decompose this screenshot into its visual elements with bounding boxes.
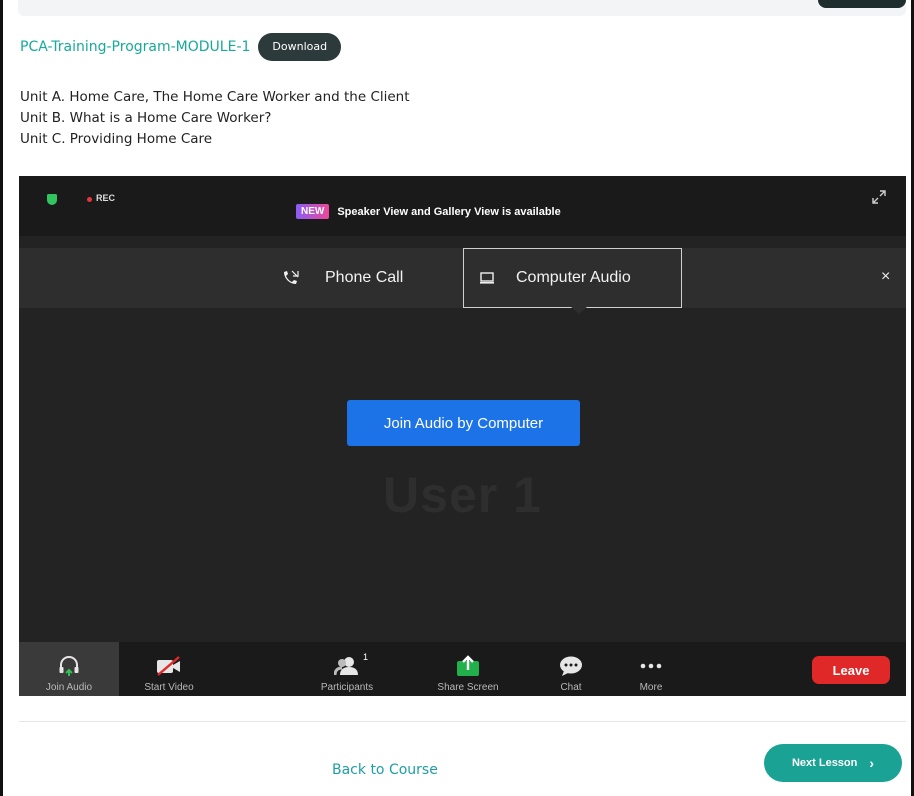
audio-options-bar: Phone Call Computer Audio	[19, 248, 906, 308]
feature-banner: NEW Speaker View and Gallery View is ava…	[296, 204, 561, 219]
footer-divider	[19, 721, 906, 722]
chat-button[interactable]: Chat	[543, 642, 599, 696]
headphones-icon	[58, 650, 80, 682]
shield-icon[interactable]	[47, 194, 57, 205]
more-icon	[640, 650, 662, 682]
meeting-toolbar: Join Audio Start Video 1 Participants Sh…	[19, 642, 906, 696]
video-off-icon	[155, 650, 183, 682]
join-audio-button[interactable]: Join Audio	[19, 642, 119, 696]
module-link[interactable]: PCA-Training-Program-MODULE-1	[20, 39, 250, 55]
previous-section-button[interactable]	[818, 0, 906, 8]
computer-audio-label: Computer Audio	[516, 269, 631, 286]
more-label: More	[639, 682, 663, 693]
meeting-top-bar: REC NEW Speaker View and Gallery View is…	[19, 176, 906, 236]
phone-call-label: Phone Call	[325, 269, 404, 286]
rec-dot-icon	[87, 197, 92, 202]
leave-button[interactable]: Leave	[812, 656, 890, 684]
join-audio-by-computer-button[interactable]: Join Audio by Computer	[347, 400, 580, 446]
chat-icon	[559, 650, 583, 682]
start-video-label: Start Video	[144, 682, 194, 693]
participants-icon: 1	[334, 650, 368, 682]
participant-name: User 1	[383, 467, 542, 523]
phone-icon	[284, 270, 299, 284]
next-lesson-label: Next Lesson	[791, 757, 858, 769]
participants-count: 1	[362, 652, 368, 662]
new-badge: NEW	[296, 204, 330, 219]
tab-computer-audio[interactable]: Computer Audio	[463, 248, 682, 308]
fullscreen-icon[interactable]	[872, 190, 886, 204]
zoom-meeting-embed: REC NEW Speaker View and Gallery View is…	[19, 176, 906, 696]
share-screen-button[interactable]: Share Screen	[423, 642, 513, 696]
unit-item: Unit C. Providing Home Care	[20, 131, 213, 147]
chat-label: Chat	[560, 682, 582, 693]
share-screen-icon	[456, 650, 480, 682]
participants-label: Participants	[320, 682, 374, 693]
unit-item: Unit B. What is a Home Care Worker?	[20, 110, 272, 126]
window-left-border	[0, 0, 3, 796]
unit-item: Unit A. Home Care, The Home Care Worker …	[20, 89, 410, 105]
download-button[interactable]: Download	[258, 33, 342, 61]
chevron-right-icon: ›	[869, 755, 875, 771]
tab-pointer	[570, 306, 588, 314]
more-button[interactable]: More	[623, 642, 679, 696]
share-screen-label: Share Screen	[437, 682, 499, 693]
join-audio-label: Join Audio	[45, 682, 93, 693]
next-lesson-button[interactable]: Next Lesson ›	[764, 744, 902, 782]
computer-icon	[480, 272, 494, 284]
units-list: Unit A. Home Care, The Home Care Worker …	[20, 87, 410, 150]
previous-section-strip	[18, 0, 906, 16]
close-icon[interactable]: ×	[881, 268, 890, 286]
banner-text: Speaker View and Gallery View is availab…	[337, 205, 561, 218]
start-video-button[interactable]: Start Video	[129, 642, 209, 696]
rec-label: REC	[96, 193, 116, 203]
back-to-course-link[interactable]: Back to Course	[332, 762, 438, 778]
participants-button[interactable]: 1 Participants	[307, 642, 387, 696]
tab-phone-call[interactable]: Phone Call	[281, 248, 403, 308]
module-row: PCA-Training-Program-MODULE-1 Download	[20, 32, 342, 62]
